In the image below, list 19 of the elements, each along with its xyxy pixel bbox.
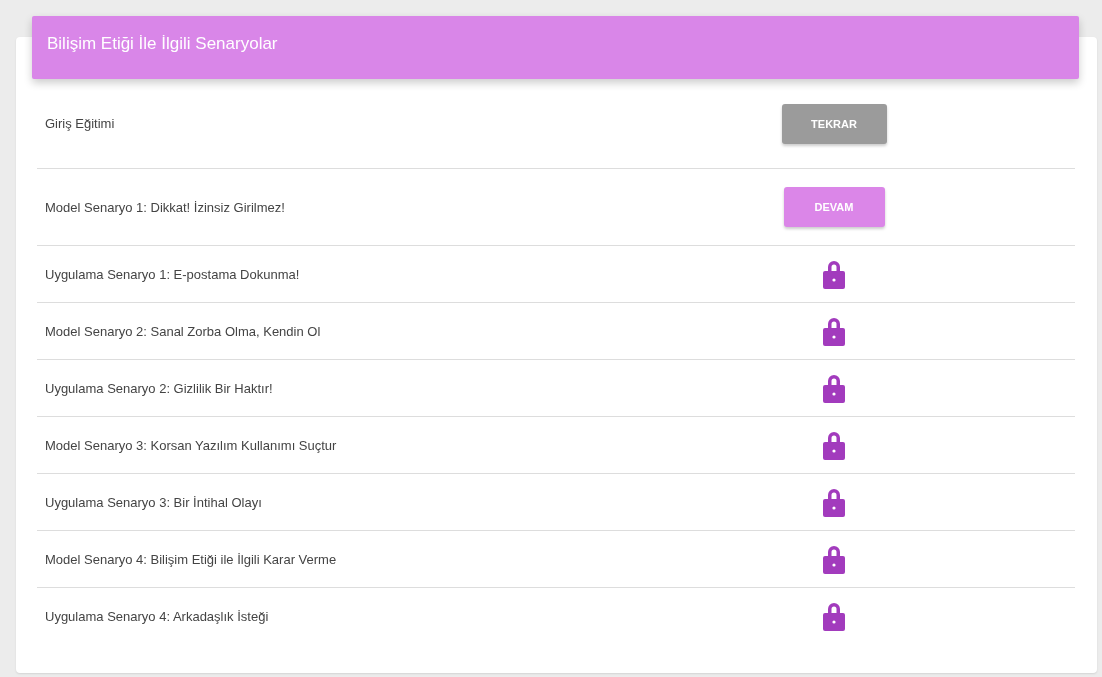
repeat-button[interactable]: TEKRAR [781,103,887,144]
scenario-title: Giriş Eğitimi [45,116,116,131]
lock-icon [822,487,846,517]
page-title: Bilişim Etiği İle İlgili Senaryolar [47,33,278,54]
scenario-title: Uygulama Senaryo 2: Gizlilik Bir Haktır! [45,380,274,396]
scenario-title: Model Senaryo 3: Korsan Yazılım Kullanımı Suçtur [45,437,338,453]
scenario-title: Model Senaryo 4: Bilişim Etiği ile İlgili Karar Verme [45,551,338,567]
scenario-title: Model Senaryo 2: Sanal Zorba Olma, Kendin Ol [45,323,322,339]
scenario-title: Model Senaryo 1: Dikkat! İzinsiz Girilmez! [45,199,286,215]
scenario-title: Uygulama Senaryo 3: Bir İntihal Olayı [45,494,263,510]
lock-icon [822,544,846,574]
scenario-title: Uygulama Senaryo 4: Arkadaşlık İsteği [45,608,270,624]
lock-icon [822,316,846,346]
continue-button[interactable]: DEVAM [783,187,885,227]
lock-icon [822,259,846,289]
lock-icon [822,373,846,403]
scenario-title: Uygulama Senaryo 1: E-postama Dokunma! [45,266,301,282]
lock-icon [822,430,846,460]
lock-icon [822,601,846,631]
